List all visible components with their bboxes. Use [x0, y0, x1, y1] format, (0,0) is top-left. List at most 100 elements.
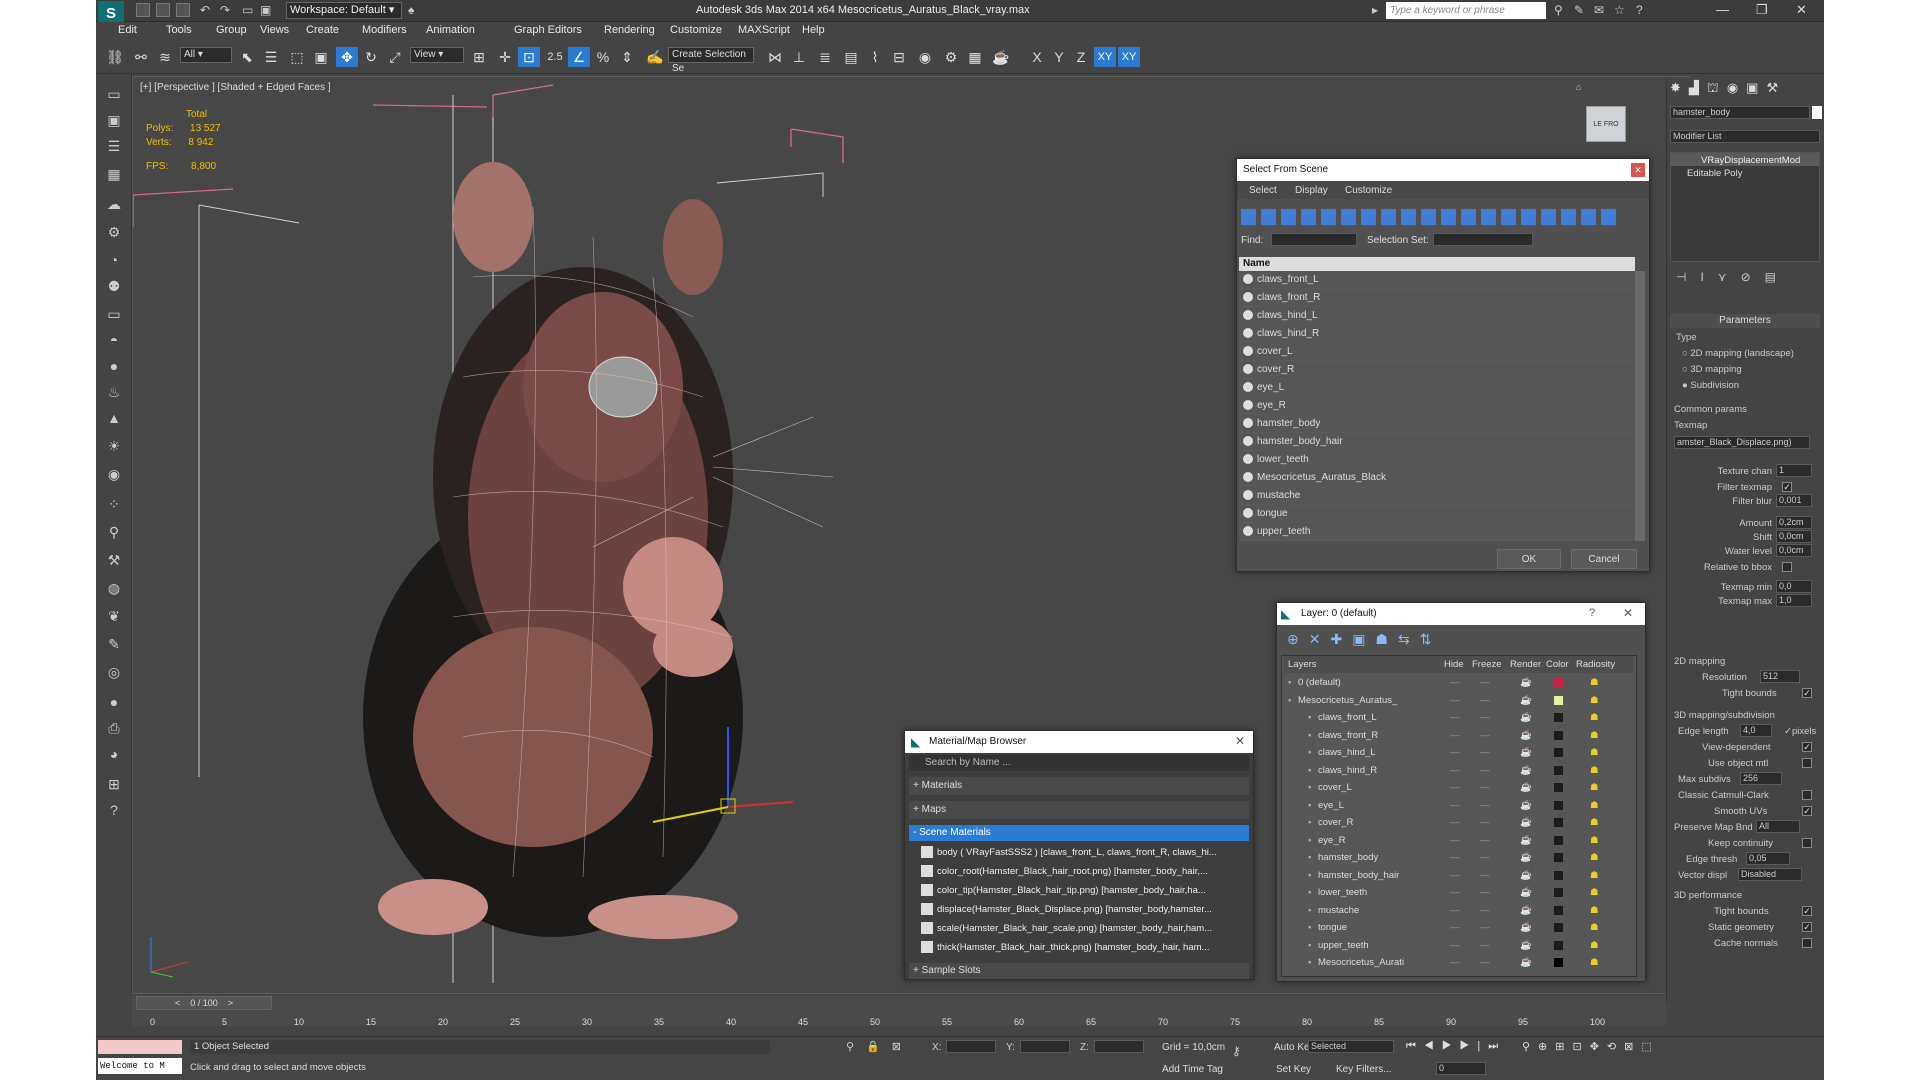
- freeze-toggle[interactable]: —: [1480, 779, 1490, 796]
- freeze-toggle[interactable]: —: [1480, 744, 1490, 761]
- radiosity-icon[interactable]: ☗: [1590, 937, 1599, 954]
- add-time-tag[interactable]: Add Time Tag: [1162, 1064, 1223, 1075]
- scene-material-item[interactable]: displace(Hamster_Black_Displace.png) [ha…: [919, 900, 1247, 919]
- select-menu-select[interactable]: Select: [1249, 185, 1277, 196]
- unlink-icon[interactable]: ⚯: [130, 47, 152, 67]
- layer-color-swatch[interactable]: [1554, 835, 1563, 845]
- camera-icon[interactable]: ⎙: [104, 718, 124, 738]
- hold-icon[interactable]: ▣: [260, 3, 271, 17]
- box-icon[interactable]: ▭: [104, 304, 124, 324]
- layer-row[interactable]: claws_hind_L ▪ — — ☕ ☗: [1284, 744, 1634, 761]
- snap-toggle-icon[interactable]: 2.5: [544, 47, 566, 67]
- col-color[interactable]: Color: [1546, 656, 1569, 673]
- lock-isolate-icons[interactable]: ⚲🔒⊠: [846, 1040, 913, 1053]
- axis-x-button[interactable]: X: [1026, 47, 1048, 67]
- list-item[interactable]: eye_L: [1239, 379, 1635, 397]
- layer-color-swatch[interactable]: [1554, 853, 1563, 862]
- minimize-button[interactable]: —: [1716, 2, 1729, 17]
- radiosity-icon[interactable]: ☗: [1590, 709, 1599, 726]
- layer-color-swatch[interactable]: [1554, 800, 1563, 810]
- schematic-view-icon[interactable]: ⊟: [888, 47, 910, 67]
- name-column-header[interactable]: Name: [1239, 257, 1635, 271]
- spinner-snap-icon[interactable]: ⇕: [616, 47, 638, 67]
- ribbon-icon[interactable]: ▤: [840, 47, 862, 67]
- scene-material-item[interactable]: thick(Hamster_Black_hair_thick.png) [ham…: [919, 938, 1247, 957]
- list-item[interactable]: claws_hind_L: [1239, 307, 1635, 325]
- scene-materials-group[interactable]: - Scene Materials: [909, 825, 1249, 841]
- maxscript-listener[interactable]: [98, 1040, 182, 1054]
- y-coord-input[interactable]: [1020, 1040, 1070, 1053]
- new-file-icon[interactable]: [136, 3, 150, 17]
- freeze-toggle[interactable]: —: [1480, 954, 1490, 971]
- hide-toggle[interactable]: —: [1450, 954, 1460, 971]
- scene-explorer-icon[interactable]: ☰: [104, 136, 124, 156]
- list-item[interactable]: mustache: [1239, 487, 1635, 505]
- open-file-icon[interactable]: [156, 3, 170, 17]
- playback-controls[interactable]: ⏮◀▶▶|⏭: [1406, 1040, 1506, 1053]
- render-teapot-icon[interactable]: ☕: [1520, 674, 1532, 691]
- key-icon[interactable]: ⚷: [1232, 1044, 1241, 1058]
- view-dependent-checkbox[interactable]: ✓: [1802, 742, 1812, 752]
- freeze-toggle[interactable]: —: [1480, 797, 1490, 814]
- select-manipulate-icon[interactable]: ✛: [494, 47, 516, 67]
- freeze-toggle[interactable]: —: [1480, 674, 1490, 691]
- set-key-button[interactable]: Set Key: [1276, 1064, 1311, 1075]
- freeze-toggle[interactable]: —: [1480, 849, 1490, 866]
- bind-spacewarp-icon[interactable]: ≋: [154, 47, 176, 67]
- layer-color-swatch[interactable]: [1554, 748, 1563, 757]
- menu-customize[interactable]: Customize: [670, 24, 722, 36]
- list-item[interactable]: claws_front_L: [1239, 271, 1635, 289]
- smooth-uvs-checkbox[interactable]: ✓: [1802, 806, 1812, 816]
- list-item[interactable]: cover_R: [1239, 361, 1635, 379]
- graphite-icon[interactable]: ▣: [104, 110, 124, 130]
- dots-icon[interactable]: ⁘: [104, 494, 124, 514]
- hide-toggle[interactable]: —: [1450, 902, 1460, 919]
- layer-row[interactable]: eye_L ▪ — — ☕ ☗: [1284, 797, 1634, 814]
- list-item[interactable]: hamster_body: [1239, 415, 1635, 433]
- render-production-icon[interactable]: ☕: [990, 47, 1012, 67]
- render-teapot-icon[interactable]: ☕: [1520, 797, 1532, 814]
- selection-set-dropdown[interactable]: [1433, 233, 1533, 246]
- param-input[interactable]: 0,2cm: [1776, 516, 1812, 529]
- curve-icon[interactable]: ◔: [104, 250, 124, 270]
- select-dialog-close-button[interactable]: ✕: [1631, 163, 1645, 177]
- param-input[interactable]: 0,001: [1776, 494, 1812, 507]
- search-arrow-icon[interactable]: ▸: [1372, 3, 1378, 17]
- radiosity-icon[interactable]: ☗: [1590, 919, 1599, 936]
- render-teapot-icon[interactable]: ☕: [1520, 954, 1532, 971]
- modifier-list-dropdown[interactable]: Modifier List: [1670, 130, 1820, 143]
- list-item[interactable]: Mesocricetus_Auratus_Black: [1239, 469, 1635, 487]
- scene-material-item[interactable]: body ( VRayFastSSS2 ) [claws_front_L, cl…: [919, 843, 1247, 862]
- maxscript-welcome[interactable]: Welcome to M: [98, 1058, 182, 1074]
- tight-bounds-2d-checkbox[interactable]: ✓: [1802, 688, 1812, 698]
- layer-row[interactable]: Mesocricetus_Auratus_ ▪ — — ☕ ☗: [1284, 692, 1634, 709]
- list-item[interactable]: hamster_body_hair: [1239, 433, 1635, 451]
- hamster-model[interactable]: [363, 162, 834, 939]
- resolution-input[interactable]: 512: [1760, 670, 1800, 683]
- window-crossing-icon[interactable]: ▣: [310, 47, 332, 67]
- menu-tools[interactable]: Tools: [166, 24, 192, 36]
- render-teapot-icon[interactable]: ☕: [1520, 902, 1532, 919]
- render-teapot-icon[interactable]: ☕: [1520, 709, 1532, 726]
- radiosity-icon[interactable]: ☗: [1590, 727, 1599, 744]
- radiosity-icon[interactable]: ☗: [1590, 884, 1599, 901]
- helper-icon[interactable]: ⚲: [104, 522, 124, 542]
- layer-color-swatch[interactable]: [1554, 783, 1563, 792]
- list-item[interactable]: tongue: [1239, 505, 1635, 523]
- freeze-toggle[interactable]: —: [1480, 814, 1490, 831]
- menu-modifiers[interactable]: Modifiers: [362, 24, 407, 36]
- preserve-map-dropdown[interactable]: All: [1756, 820, 1800, 833]
- axis-xy-button[interactable]: XY: [1094, 47, 1116, 67]
- layer-row[interactable]: tongue ▪ — — ☕ ☗: [1284, 919, 1634, 936]
- edge-length-input[interactable]: 4,0: [1740, 724, 1772, 737]
- col-layers[interactable]: Layers: [1288, 656, 1317, 673]
- list-item[interactable]: lower_teeth: [1239, 451, 1635, 469]
- layer-row[interactable]: eye_R ▪ — — ☕ ☗: [1284, 832, 1634, 849]
- param-checkbox[interactable]: ✓: [1782, 482, 1792, 492]
- layer-color-swatch[interactable]: [1554, 818, 1563, 827]
- render-teapot-icon[interactable]: ☕: [1520, 884, 1532, 901]
- edit-named-sel-icon[interactable]: ✍: [644, 47, 666, 67]
- select-menu-display[interactable]: Display: [1295, 185, 1328, 196]
- workspace-options-icon[interactable]: ♠: [408, 3, 414, 17]
- globe-icon[interactable]: ◍: [104, 578, 124, 598]
